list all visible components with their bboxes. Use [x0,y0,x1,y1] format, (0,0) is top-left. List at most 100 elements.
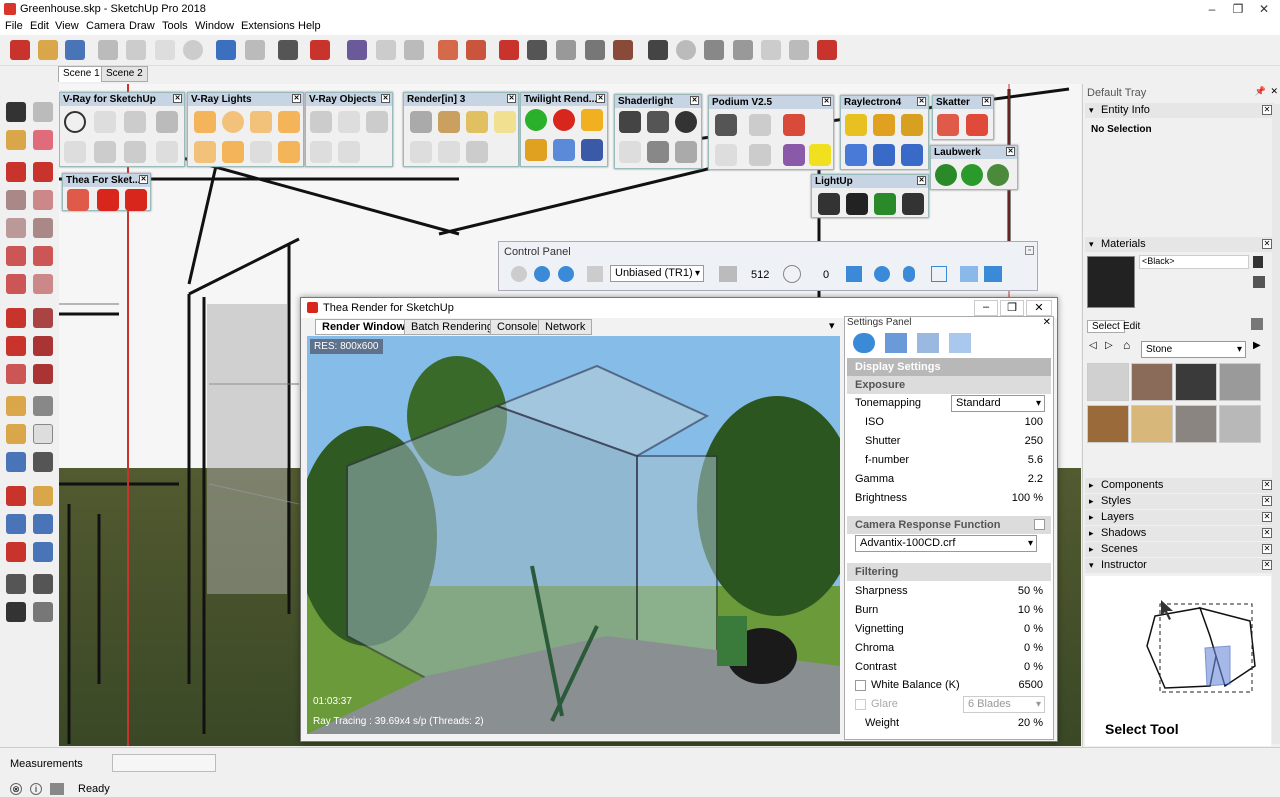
close-icon[interactable]: ✕ [507,94,516,103]
stop-icon[interactable] [817,40,837,60]
rect-light-icon[interactable] [194,111,216,133]
print-icon[interactable] [278,40,298,60]
select-region-icon[interactable] [587,266,603,282]
expand-arrow-icon[interactable]: ▸ [1089,526,1094,541]
entity-info-header[interactable]: Entity Info [1101,104,1150,116]
burn-value[interactable]: 10 % [1018,601,1043,620]
folder-icon[interactable] [960,266,978,282]
extension-icon-5[interactable] [613,40,633,60]
material-swatch[interactable] [1219,405,1261,443]
tab-render-window[interactable]: Render Window [315,319,413,335]
3d-text-icon[interactable] [33,452,53,472]
twilight-material-icon[interactable] [553,139,575,161]
image-icon[interactable] [984,266,1002,282]
menu-extensions[interactable]: Extensions [241,20,295,32]
expand-arrow-icon[interactable]: ▸ [1089,542,1094,557]
close-icon[interactable]: ✕ [1262,480,1272,490]
thea-camera-icon[interactable] [125,189,147,211]
walk-tool-icon[interactable] [6,602,26,622]
redo-icon[interactable] [245,40,265,60]
vray-batch-icon[interactable] [124,141,146,163]
minimize-icon[interactable]: – [1200,0,1224,18]
look-icon[interactable] [789,40,809,60]
camera-icon[interactable] [648,40,668,60]
shaderlight-plane-icon[interactable] [675,141,697,163]
orbit-icon[interactable] [676,40,696,60]
close-icon[interactable]: ✕ [1252,0,1276,18]
tape-measure-icon[interactable] [6,396,26,416]
tonemapping-select[interactable]: Standard [951,395,1045,412]
previous-view-icon[interactable] [33,542,53,562]
contrast-value[interactable]: 0 % [1024,658,1043,677]
close-icon[interactable]: ✕ [1043,317,1051,328]
materials-header[interactable]: Materials [1101,238,1146,250]
polygon-icon[interactable] [33,218,53,238]
zoom-icon[interactable] [6,514,26,534]
spot-light-icon[interactable] [250,111,272,133]
minimize-icon[interactable]: – [974,300,998,316]
grid-icon[interactable] [466,40,486,60]
twilight-render-icon[interactable] [525,109,547,131]
components-header[interactable]: Components [1101,479,1163,491]
pie-icon[interactable] [33,274,53,294]
twilight-sun-icon[interactable] [581,109,603,131]
collapse-arrow-icon[interactable]: ▾ [1089,558,1094,573]
shaderlight-film-icon[interactable] [647,111,669,133]
podium-browser-icon[interactable] [783,144,805,166]
renderin-plant-icon[interactable] [410,141,432,163]
pause-icon[interactable] [534,266,550,282]
material-swatch[interactable] [1087,363,1129,401]
copy-icon[interactable] [126,40,146,60]
lightup-go-icon[interactable] [874,193,896,215]
restore-icon[interactable]: ▫ [1025,246,1034,255]
twilight-pencil-icon[interactable] [525,139,547,161]
tray-scrollbar[interactable] [1272,104,1280,744]
render-output[interactable]: RES: 800x600 01:03:37 Ray Tracing : 39.6… [307,336,840,734]
sharpness-value[interactable]: 50 % [1018,582,1043,601]
material-name-field[interactable]: <Black> [1139,255,1249,269]
proxy-icon[interactable] [338,111,360,133]
renderin-gear-icon[interactable] [466,141,488,163]
menu-edit[interactable]: Edit [30,20,49,32]
get-models-icon[interactable] [404,40,424,60]
raylectron-box-icon[interactable] [901,114,923,136]
podium-render-icon[interactable] [715,114,737,136]
close-icon[interactable]: ✕ [139,175,148,184]
sphere-light-icon[interactable] [222,111,244,133]
close-icon[interactable]: ✕ [917,176,926,185]
credits-icon[interactable]: i [30,783,42,795]
display-settings-icon[interactable] [853,333,875,353]
open-folder-icon[interactable] [38,40,58,60]
cut-icon[interactable] [98,40,118,60]
podium-light-icon[interactable] [809,144,831,166]
grid-icon[interactable] [917,333,939,353]
menu-file[interactable]: File [5,20,23,32]
arc3-icon[interactable] [6,274,26,294]
close-icon[interactable]: ✕ [1262,528,1272,538]
arc-icon[interactable] [6,246,26,266]
close-icon[interactable]: ✕ [690,96,699,105]
eraser-icon[interactable] [33,130,53,150]
rotate-icon[interactable] [6,336,26,356]
light-gen-icon[interactable] [278,141,300,163]
styles-header[interactable]: Styles [1101,495,1131,507]
raylectron-tool1-icon[interactable] [845,144,867,166]
warehouse-icon[interactable] [347,40,367,60]
glare-checkbox[interactable] [855,699,866,710]
shaderlight-sphere-icon[interactable] [675,111,697,133]
vray-interactive-icon[interactable] [124,111,146,133]
follow-me-icon[interactable] [33,336,53,356]
instructor-header[interactable]: Instructor [1101,559,1147,571]
library-select[interactable]: Stone [1141,341,1246,358]
close-icon[interactable]: ✕ [1262,560,1272,570]
walk-icon[interactable] [761,40,781,60]
material-swatch[interactable] [1175,363,1217,401]
extension-icon-2[interactable] [527,40,547,60]
tab-console[interactable]: Console [490,319,545,335]
gamma-value[interactable]: 2.2 [1028,470,1043,489]
freehand-icon[interactable] [33,162,53,182]
extension-icon-3[interactable] [556,40,576,60]
create-material-icon[interactable] [1253,276,1265,288]
eyedropper-icon[interactable] [1251,318,1263,330]
maximize-icon[interactable]: ❐ [1000,300,1024,316]
